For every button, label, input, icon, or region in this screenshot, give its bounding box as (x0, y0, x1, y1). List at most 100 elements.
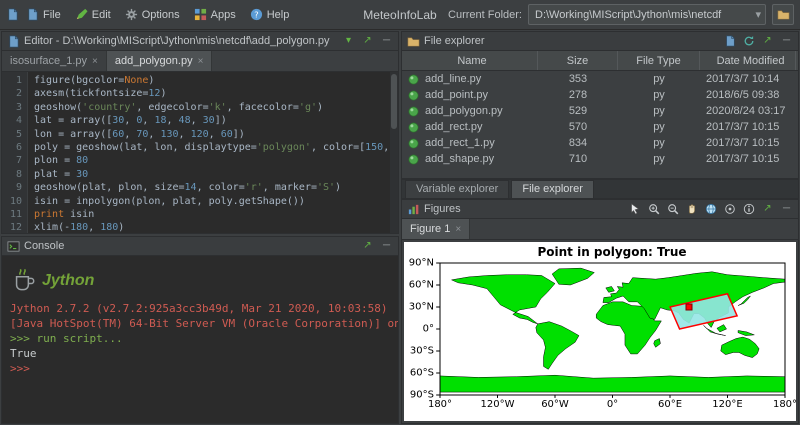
land-shape (738, 330, 754, 335)
line-number: 12 (9, 222, 22, 233)
editor-scrollbar[interactable] (390, 72, 398, 233)
column-header-name[interactable]: Name (402, 51, 538, 70)
chart-icon (407, 203, 420, 216)
tab-file-explorer[interactable]: File explorer (511, 180, 594, 198)
y-axis-tick-label: 60°S (409, 367, 434, 379)
file-size-cell: 834 (568, 137, 588, 149)
figure-canvas[interactable]: Point in polygon: True 180° 120°W 60°W 0° 60… (404, 242, 796, 421)
x-axis-tick-label: 180° (772, 399, 796, 410)
table-row[interactable]: add_point.py 278 py 2018/6/5 09:38 (402, 87, 798, 103)
land-shape (552, 268, 594, 285)
pan-tool-icon[interactable] (685, 203, 698, 216)
zoom-in-tool-icon[interactable] (647, 203, 660, 216)
tab-isosurface_1-py[interactable]: isosurface_1.py × (2, 51, 107, 71)
current-folder-combo[interactable]: D:\Working\MIScript\Jython\mis\netcdf ▾ (528, 4, 766, 25)
tab-Figure-1[interactable]: Figure 1 × (402, 219, 471, 239)
file-size-cell: 570 (568, 121, 588, 133)
file-size-cell: 278 (568, 89, 588, 101)
chevron-down-icon[interactable]: ▾ (753, 8, 763, 21)
tab-label: isosurface_1.py (10, 55, 88, 67)
minimize-icon[interactable]: ─ (780, 203, 793, 216)
file-name-cell: add_shape.py (402, 153, 538, 166)
panel-menu-icon[interactable]: ▾ (342, 35, 355, 48)
file-table: Name Size File Type Date Modified add_line.… (402, 51, 798, 178)
refresh-icon[interactable] (742, 35, 755, 48)
minimize-icon[interactable]: ─ (380, 35, 393, 48)
map-plot-area[interactable]: 180° 120°W 60°W 0° 60°E 120°E 180° 90°N 60°N 30°N… (409, 258, 796, 411)
minimize-icon[interactable]: ─ (780, 35, 793, 48)
table-row[interactable]: add_polygon.py 529 py 2020/8/24 03:17 (402, 103, 798, 119)
line-number: 1 (15, 75, 22, 86)
line-number: 2 (15, 88, 22, 100)
file-type-cell: py (653, 73, 665, 85)
y-axis-tick-label: 60°N (408, 279, 434, 291)
close-icon[interactable]: × (455, 224, 461, 235)
menu-help[interactable]: ? Help (243, 5, 297, 24)
full-extent-tool-icon[interactable] (723, 203, 736, 216)
point-marker (685, 303, 693, 311)
table-row[interactable]: add_shape.py 710 py 2017/3/7 10:15 (402, 151, 798, 167)
y-axis-tick-label: 90°S (409, 389, 434, 401)
jython-logo-text: Jython (42, 271, 95, 289)
console-output[interactable]: Jython Jython 2.7.2 (v2.7.2:925a3cc3b49d… (2, 256, 398, 423)
line-number: 10 (9, 195, 22, 207)
code-line: geoshow(plat, plon, size=14, color='r', … (34, 182, 342, 194)
table-row[interactable]: add_rect_1.py 834 py 2017/3/7 10:15 (402, 135, 798, 151)
file-explorer-title: File explorer (424, 35, 485, 47)
file-type-cell: py (653, 153, 665, 165)
editor-panel: Editor - D:\Working\MIScript\Jython\mis\… (1, 31, 399, 234)
code-line: plat = 30 (34, 168, 89, 180)
float-icon[interactable]: ↗ (361, 35, 374, 48)
identify-tool-icon[interactable] (742, 203, 755, 216)
globe-tool-icon[interactable] (704, 203, 717, 216)
table-row[interactable]: add_rect.py 570 py 2017/3/7 10:15 (402, 119, 798, 135)
float-icon[interactable]: ↗ (361, 240, 374, 253)
close-icon[interactable]: × (198, 56, 204, 67)
file-type-cell: py (653, 121, 665, 133)
file-name-cell: add_polygon.py (402, 105, 538, 118)
file-type-cell: py (653, 105, 665, 117)
line-number: 6 (15, 142, 22, 154)
browse-folder-button[interactable] (772, 4, 794, 25)
menu-apps[interactable]: Apps (187, 5, 243, 24)
tab-add_polygon-py[interactable]: add_polygon.py × (106, 51, 213, 71)
column-header-date-modified[interactable]: Date Modified (700, 51, 796, 70)
code-editor[interactable]: 1 2 3 4 5 6 7 8 9 10 11 12 figure(bgcolor=None) axes… (2, 72, 398, 233)
py-file-icon (407, 121, 420, 134)
map-title: Point in polygon: True (537, 245, 687, 259)
code-area[interactable]: figure(bgcolor=None) axesm(tickfontsize=1… (28, 72, 390, 233)
file-size-cell: 710 (568, 153, 588, 165)
y-axis-tick-label: 30°S (409, 345, 434, 357)
menu-bar: File Edit Options Apps? Help MeteoInfoLab Cu… (0, 0, 800, 30)
menu-label: Help (266, 8, 290, 21)
float-icon[interactable]: ↗ (761, 35, 774, 48)
line-number: 9 (15, 182, 22, 194)
figures-panel: Figures ↗ ─ Figure 1 × Point in polygon: … (401, 199, 799, 424)
column-header-size[interactable]: Size (538, 51, 618, 70)
land-shape (654, 339, 661, 348)
new-file-icon[interactable] (723, 35, 736, 48)
code-line: lat = array([30, 0, 18, 48, 30]) (34, 115, 227, 127)
line-number: 8 (15, 168, 22, 180)
file-name-cell: add_line.py (402, 73, 538, 86)
float-icon[interactable]: ↗ (761, 203, 774, 216)
editor-tab-bar: isosurface_1.py × add_polygon.py × (2, 51, 398, 72)
menu-file[interactable]: File (19, 5, 68, 24)
tab-variable-explorer[interactable]: Variable explorer (405, 180, 510, 198)
minimize-icon[interactable]: ─ (380, 240, 393, 253)
line-number: 7 (15, 155, 22, 167)
code-line: isin = inpolygon(plon, plat, poly.getSha… (34, 195, 305, 207)
folder-icon (407, 35, 420, 48)
svg-text:?: ? (254, 9, 258, 19)
console-panel: Console ↗ ─ Jython Jython 2.7.2 (v2.7.2:… (1, 236, 399, 424)
select-tool-icon[interactable] (628, 203, 641, 216)
table-row[interactable]: add_line.py 353 py 2017/3/7 10:14 (402, 71, 798, 87)
menu-options[interactable]: Options (118, 5, 187, 24)
close-icon[interactable]: × (92, 56, 98, 67)
file-name: add_line.py (425, 73, 482, 85)
column-header-file-type[interactable]: File Type (618, 51, 700, 70)
file-date-cell: 2017/3/7 10:15 (706, 121, 780, 133)
code-line: lon = array([60, 70, 130, 120, 60]) (34, 128, 245, 140)
menu-edit[interactable]: Edit (68, 5, 118, 24)
zoom-out-tool-icon[interactable] (666, 203, 679, 216)
